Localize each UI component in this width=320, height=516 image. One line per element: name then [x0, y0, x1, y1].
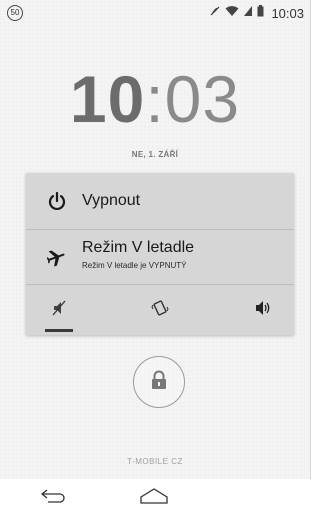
silent-mode-button[interactable] — [42, 295, 76, 325]
status-bar: 50 10:03 — [0, 0, 310, 30]
power-off-item[interactable]: Vypnout — [26, 173, 294, 230]
vibrate-icon — [151, 299, 169, 322]
battery-icon — [257, 4, 264, 22]
status-time: 10:03 — [271, 5, 304, 21]
lockscreen-clock: 10:03 — [0, 66, 310, 132]
unlock-button[interactable] — [133, 356, 185, 408]
status-icons: 10:03 — [209, 5, 304, 21]
sound-mode-selected-indicator — [45, 329, 73, 332]
clock-minutes: 03 — [164, 62, 241, 136]
power-icon — [47, 191, 67, 211]
power-menu: Vypnout Režim V letadle Režim V letadle … — [26, 173, 294, 335]
signal-icon — [243, 4, 253, 22]
lockscreen-date: NE, 1. ZÁŘÍ — [131, 150, 179, 159]
home-icon — [139, 487, 169, 510]
airplane-mode-item[interactable]: Režim V letadle Režim V letadle je VYPNU… — [26, 230, 294, 285]
lock-screen: 50 10:03 10:03 NE, 1. ZÁŘÍ Vypnout Režim… — [0, 0, 311, 479]
clock-hours: 10 — [69, 62, 146, 136]
clock-separator: : — [145, 62, 165, 136]
back-button[interactable] — [34, 485, 74, 511]
airplane-icon — [46, 247, 67, 267]
vibrate-mode-button[interactable] — [143, 295, 177, 325]
airplane-mode-label: Režim V letadle — [82, 239, 195, 256]
sound-on-button[interactable] — [246, 295, 280, 325]
notification-badge: 50 — [7, 5, 23, 21]
power-off-label: Vypnout — [82, 192, 141, 209]
sound-on-icon — [254, 300, 272, 321]
lock-icon — [150, 370, 168, 395]
wifi-icon — [225, 4, 239, 22]
sound-mode-row — [26, 285, 294, 335]
carrier-label: T-MOBILE CZ — [127, 457, 183, 466]
silent-icon — [51, 300, 67, 321]
mute-icon — [209, 4, 221, 22]
navigation-bar — [0, 479, 310, 516]
home-button[interactable] — [134, 485, 174, 511]
airplane-mode-status: Režim V letadle je VYPNUTÝ — [82, 261, 187, 270]
back-icon — [40, 488, 68, 509]
